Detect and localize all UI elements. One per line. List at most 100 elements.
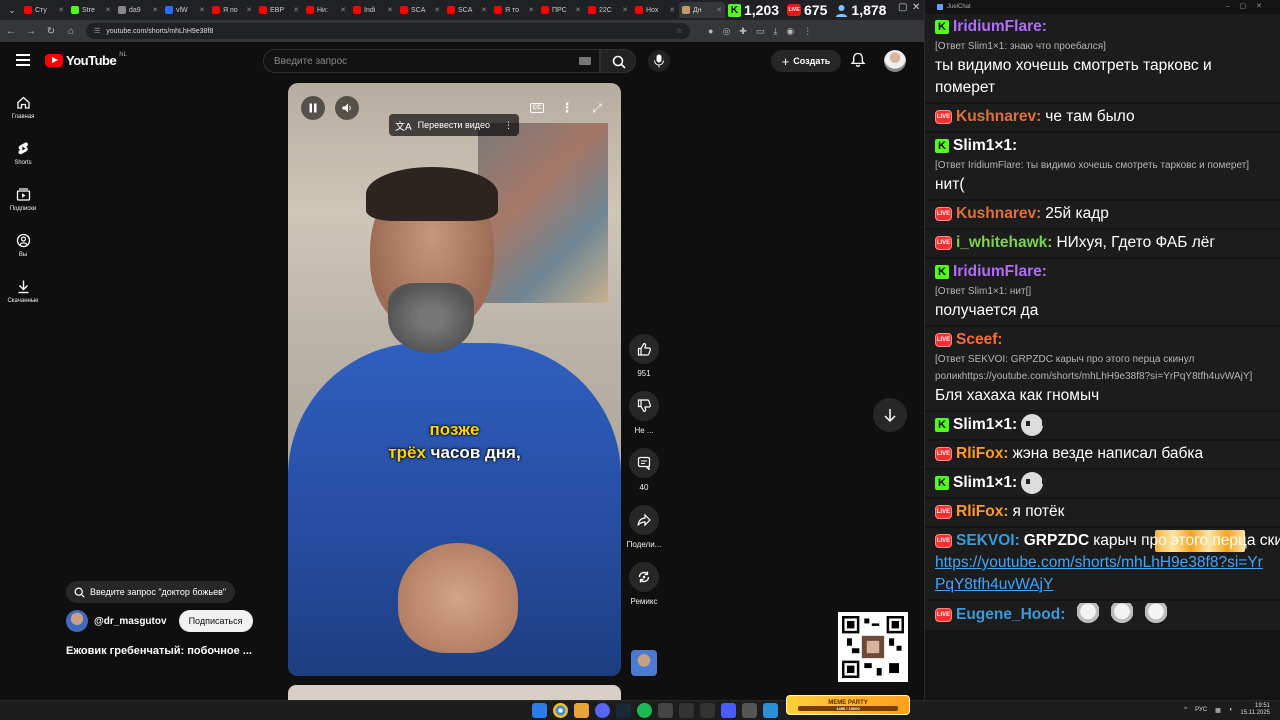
account-avatar[interactable] bbox=[884, 50, 906, 72]
network-icon[interactable]: ▦ bbox=[1215, 707, 1221, 714]
app-icon[interactable] bbox=[700, 703, 715, 718]
browser-tab[interactable]: vlW ✕ bbox=[162, 2, 208, 18]
search-button[interactable] bbox=[600, 49, 636, 73]
volume-button[interactable] bbox=[335, 96, 359, 120]
chat-username[interactable]: SEKVOI: bbox=[956, 530, 1020, 552]
chevron-up-icon[interactable]: ^ bbox=[1184, 707, 1187, 713]
channel-avatar[interactable] bbox=[66, 610, 88, 632]
app-icon[interactable] bbox=[742, 703, 757, 718]
file-explorer-icon[interactable] bbox=[574, 703, 589, 718]
comment-icon[interactable] bbox=[629, 448, 659, 478]
app-icon[interactable] bbox=[679, 703, 694, 718]
like-icon[interactable] bbox=[629, 334, 659, 364]
share-button[interactable]: Подели... bbox=[624, 505, 664, 549]
chat-username[interactable]: IridiumFlare: bbox=[953, 16, 1047, 38]
close-icon[interactable]: ✕ bbox=[912, 2, 920, 13]
browser-tab[interactable]: Сту ✕ bbox=[21, 2, 67, 18]
clock[interactable]: 19:51 15.11.2025 bbox=[1240, 703, 1270, 717]
extension-icon[interactable]: ● bbox=[708, 26, 713, 37]
extension-icon[interactable]: ◎ bbox=[722, 26, 730, 37]
obs-icon[interactable] bbox=[658, 703, 673, 718]
chrome-icon[interactable] bbox=[553, 703, 568, 718]
youtube-logo[interactable]: YouTube NL bbox=[45, 52, 127, 68]
chat-link[interactable]: https://youtube.com/shorts/mhLhH9e38f8?s… bbox=[935, 552, 1272, 596]
close-tab-icon[interactable]: ✕ bbox=[434, 6, 440, 14]
reload-icon[interactable]: ↻ bbox=[46, 26, 56, 37]
minimize-icon[interactable]: – bbox=[880, 2, 886, 13]
channel-thumbnail[interactable] bbox=[631, 650, 657, 676]
url-field[interactable]: ☰ youtube.com/shorts/mhLhH9e38f8 ☆ bbox=[86, 23, 690, 39]
chat-username[interactable]: RliFox: bbox=[956, 443, 1009, 465]
close-tab-icon[interactable]: ✕ bbox=[105, 6, 111, 14]
menu-icon[interactable] bbox=[16, 54, 30, 66]
chat-username[interactable]: i_whitehawk: bbox=[956, 232, 1052, 254]
voice-search-button[interactable] bbox=[648, 50, 670, 72]
back-icon[interactable]: ← bbox=[6, 26, 16, 37]
sidebar-item-home[interactable]: Главная bbox=[0, 84, 46, 130]
window-controls[interactable]: –▢✕ bbox=[1226, 2, 1272, 10]
subscribe-button[interactable]: Подписаться bbox=[178, 610, 253, 632]
puzzle-icon[interactable]: ✚ bbox=[739, 26, 747, 37]
language-indicator[interactable]: РУС bbox=[1195, 707, 1207, 713]
browser-tab[interactable]: da9 ✕ bbox=[115, 2, 161, 18]
windows-start-icon[interactable] bbox=[532, 703, 547, 718]
browser-tab[interactable]: SCA ✕ bbox=[397, 2, 443, 18]
channel-name[interactable]: @dr_masgutov bbox=[94, 616, 167, 627]
video-title[interactable]: Ежовик гребенчатый: побочное ... bbox=[66, 645, 276, 657]
shorts-video-player[interactable]: CC ⋮ ⤢ 文A Перевести видео ⋮ позже трёх ч… bbox=[288, 83, 621, 676]
chat-username[interactable]: RliFox: bbox=[956, 501, 1009, 523]
sidebar-item-subscriptions[interactable]: Подписки bbox=[0, 176, 46, 222]
close-tab-icon[interactable]: ✕ bbox=[58, 6, 64, 14]
notifications-bell-icon[interactable] bbox=[850, 52, 866, 68]
browser-tab[interactable]: EBP ✕ bbox=[256, 2, 302, 18]
next-short-button[interactable] bbox=[873, 398, 907, 432]
close-tab-icon[interactable]: ✕ bbox=[199, 6, 205, 14]
discord-icon[interactable] bbox=[595, 703, 610, 718]
home-icon[interactable]: ⌂ bbox=[66, 26, 76, 37]
maximize-icon[interactable]: ▢ bbox=[898, 2, 907, 13]
comment-button[interactable]: 40 bbox=[624, 448, 664, 492]
browser-tab[interactable]: Я по ✕ bbox=[209, 2, 255, 18]
close-tab-icon[interactable]: ✕ bbox=[152, 6, 158, 14]
more-vertical-icon[interactable]: ⋮ bbox=[504, 120, 513, 131]
translate-video-button[interactable]: 文A Перевести видео ⋮ bbox=[389, 114, 519, 136]
close-tab-icon[interactable]: ✕ bbox=[246, 6, 252, 14]
forward-icon[interactable]: → bbox=[26, 26, 36, 37]
like-button[interactable]: 951 bbox=[624, 334, 664, 378]
steam-icon[interactable] bbox=[616, 703, 631, 718]
chat-username[interactable]: Eugene_Hood: bbox=[956, 604, 1065, 626]
close-tab-icon[interactable]: ✕ bbox=[340, 6, 346, 14]
close-tab-icon[interactable]: ✕ bbox=[293, 6, 299, 14]
sidebar-item-shorts[interactable]: Shorts bbox=[0, 130, 46, 176]
app-icon[interactable] bbox=[763, 703, 778, 718]
search-suggestion-pill[interactable]: Введите запрос "доктор божьев" bbox=[66, 581, 235, 603]
volume-icon[interactable]: ◖ bbox=[1229, 707, 1233, 713]
browser-tab[interactable]: Stre ✕ bbox=[68, 2, 114, 18]
browser-tab[interactable]: Нох ✕ bbox=[632, 2, 678, 18]
share-icon[interactable] bbox=[629, 505, 659, 535]
chat-username[interactable]: Slim1×1: bbox=[953, 135, 1017, 157]
chat-username[interactable]: IridiumFlare: bbox=[953, 261, 1047, 283]
dislike-button[interactable]: Не ... bbox=[624, 391, 664, 435]
browser-tab[interactable]: Дн ✕ bbox=[679, 2, 725, 18]
tab-list-button[interactable]: ⌄ bbox=[4, 3, 20, 17]
sidebar-item-you[interactable]: Вы bbox=[0, 222, 46, 268]
browser-tab[interactable]: Ни: ✕ bbox=[303, 2, 349, 18]
chat-username[interactable]: Sceef: bbox=[956, 329, 1003, 351]
sidebar-item-download[interactable]: Скачанные bbox=[0, 268, 46, 314]
chat-username[interactable]: Kushnarev: bbox=[956, 203, 1041, 225]
close-tab-icon[interactable]: ✕ bbox=[528, 6, 534, 14]
next-video-preview[interactable] bbox=[288, 685, 621, 700]
close-tab-icon[interactable]: ✕ bbox=[575, 6, 581, 14]
chat-username[interactable]: Slim1×1: bbox=[953, 472, 1017, 494]
browser-tab[interactable]: ПРС ✕ bbox=[538, 2, 584, 18]
close-tab-icon[interactable]: ✕ bbox=[716, 6, 722, 14]
remix-icon[interactable] bbox=[629, 562, 659, 592]
sidepanel-icon[interactable]: ▭ bbox=[756, 26, 765, 37]
close-tab-icon[interactable]: ✕ bbox=[669, 6, 675, 14]
captions-button[interactable]: CC bbox=[525, 96, 549, 120]
create-button[interactable]: + Создать bbox=[771, 50, 841, 72]
bookmark-star-icon[interactable]: ☆ bbox=[676, 27, 682, 35]
browser-tab[interactable]: SCA ✕ bbox=[444, 2, 490, 18]
more-options-button[interactable]: ⋮ bbox=[555, 96, 579, 120]
